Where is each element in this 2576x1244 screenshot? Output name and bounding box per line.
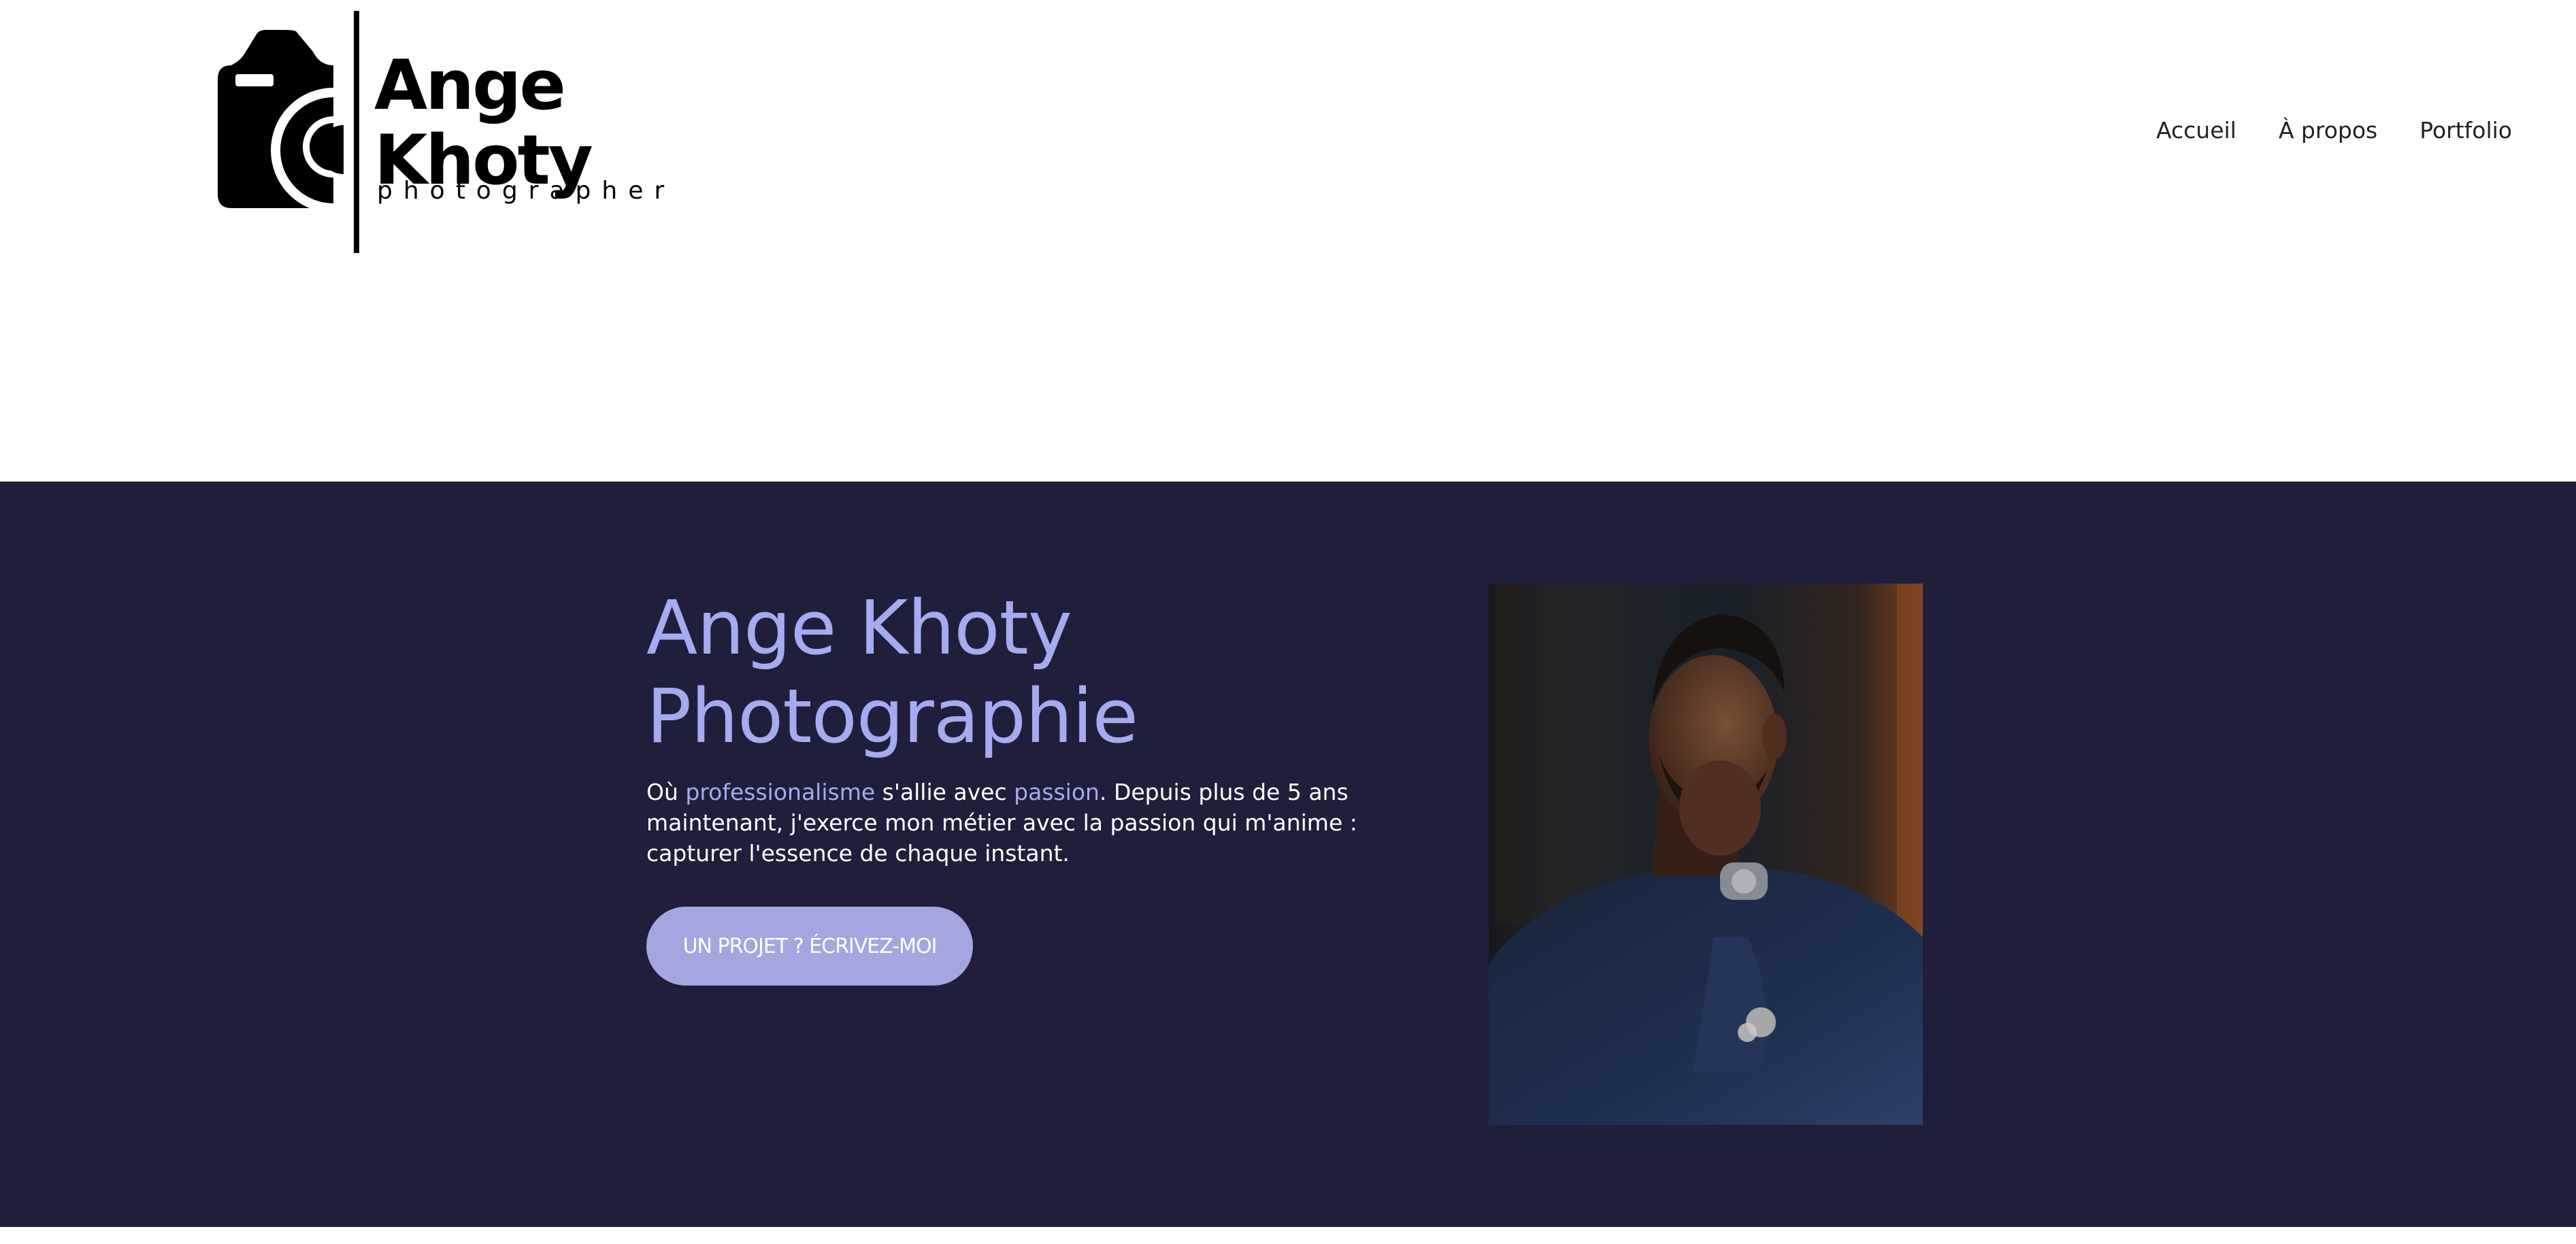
highlight-passion: passion: [1014, 779, 1100, 805]
page-bottom-band: [0, 1227, 2576, 1244]
portrait-image: [1489, 584, 1923, 1125]
hero-description: Où professionalisme s'allie avec passion…: [646, 777, 1408, 869]
hero-title: Ange Khoty Photographie: [646, 584, 1138, 760]
hero-section: Ange Khoty Photographie Où professionali…: [0, 482, 2576, 1227]
nav-item-a-propos[interactable]: À propos: [2279, 117, 2377, 144]
logo-tagline: photographer: [377, 177, 676, 205]
nav-item-accueil[interactable]: Accueil: [2156, 117, 2236, 144]
hero-text-part1: Où: [646, 779, 686, 805]
site-logo[interactable]: Ange Khoty photographer: [218, 11, 664, 256]
site-header: Ange Khoty photographer Accueil À propos…: [0, 0, 2576, 482]
nav-item-portfolio[interactable]: Portfolio: [2420, 117, 2512, 144]
main-nav: Accueil À propos Portfolio: [2156, 117, 2512, 144]
page: Ange Khoty photographer Accueil À propos…: [0, 0, 2576, 1244]
portrait-photo: [1489, 584, 1923, 1125]
hero-text-part2: s'allie avec: [875, 779, 1014, 805]
logo-name: Ange Khoty: [374, 45, 593, 200]
highlight-professionalisme: professionalisme: [685, 779, 876, 805]
contact-cta-button[interactable]: UN PROJET ? ÉCRIVEZ-MOI: [646, 907, 973, 986]
